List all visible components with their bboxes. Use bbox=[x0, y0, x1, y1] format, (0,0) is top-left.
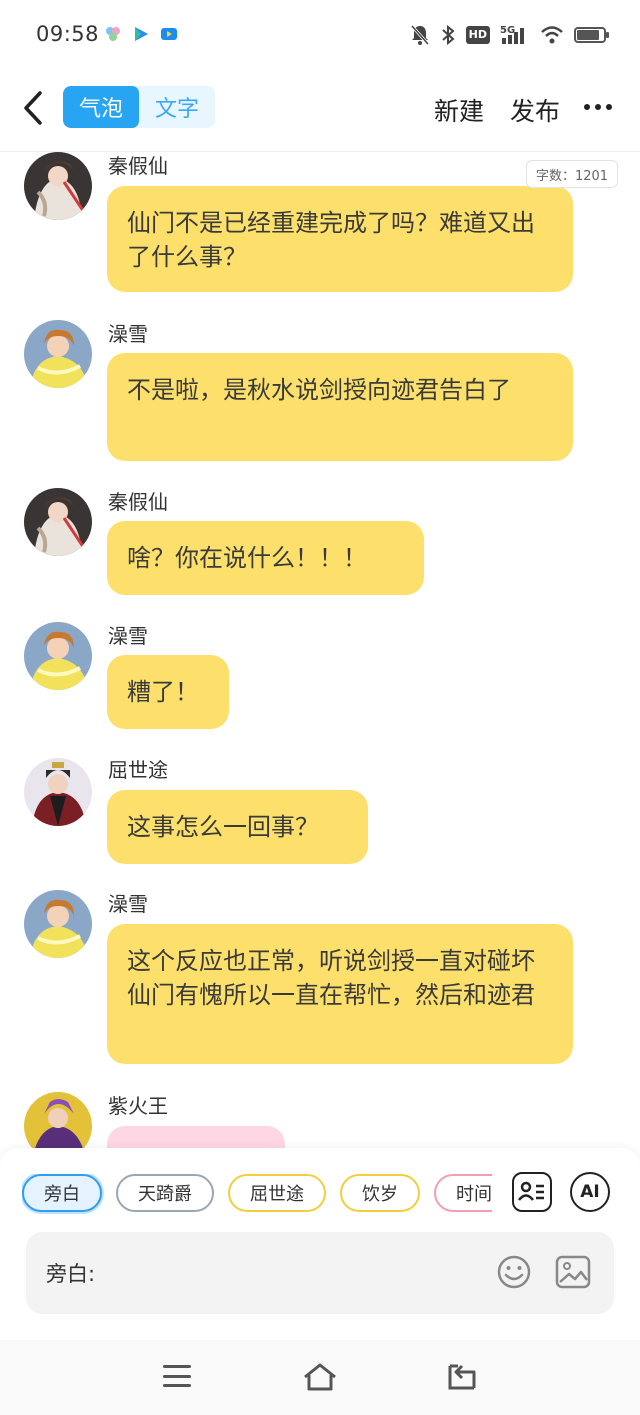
more-menu-button[interactable] bbox=[584, 100, 614, 114]
role-selector: 旁白天踦爵屈世途饮岁时间城 bbox=[22, 1174, 492, 1214]
status-time: 09:58 bbox=[36, 22, 100, 46]
role-chip-narrator[interactable]: 旁白 bbox=[22, 1174, 102, 1212]
message-input[interactable]: 旁白: bbox=[26, 1232, 614, 1314]
sender-name: 澡雪 bbox=[108, 322, 148, 346]
composer-panel: 旁白天踦爵屈世途饮岁时间城 AI 旁白: bbox=[0, 1148, 640, 1340]
message-bubble[interactable]: 这事怎么一回事？ bbox=[107, 790, 368, 864]
recent-apps-button[interactable] bbox=[163, 1365, 191, 1387]
role-chip[interactable]: 饮岁 bbox=[340, 1174, 420, 1212]
status-bar: 09:58 HD 5G bbox=[0, 0, 640, 70]
avatar-zihuo-wang[interactable] bbox=[24, 1092, 92, 1148]
role-chip[interactable]: 天踦爵 bbox=[116, 1174, 214, 1212]
bluetooth-icon bbox=[441, 24, 455, 46]
message-bubble[interactable]: 仙门不是已经重建完成了吗？难道又出了什么事？ bbox=[107, 186, 573, 292]
avatar-qin-jiaxian[interactable] bbox=[24, 152, 92, 220]
tab-bubble[interactable]: 气泡 bbox=[63, 86, 139, 128]
wifi-icon bbox=[541, 26, 563, 44]
role-chip[interactable]: 屈世途 bbox=[228, 1174, 326, 1212]
top-nav: 气泡 文字 新建 发布 bbox=[0, 70, 640, 152]
return-icon bbox=[448, 1364, 476, 1390]
status-app-icons bbox=[104, 25, 178, 43]
sender-name: 屈世途 bbox=[108, 758, 168, 782]
publish-button[interactable]: 发布 bbox=[510, 92, 560, 128]
sender-name: 秦假仙 bbox=[108, 154, 168, 178]
chat-area[interactable]: 字数：1201 秦假仙 仙门不是已经重建完成了吗？难道又出了什么事？ 澡雪 不是… bbox=[0, 152, 640, 1148]
video-app-icon bbox=[132, 25, 150, 43]
svg-text:5G: 5G bbox=[500, 25, 515, 36]
tv-app-icon bbox=[160, 25, 178, 43]
avatar-qin-jiaxian[interactable] bbox=[24, 488, 92, 556]
word-count-badge: 字数：1201 bbox=[526, 160, 618, 188]
emoji-icon[interactable] bbox=[496, 1254, 532, 1290]
input-role-label: 旁白: bbox=[46, 1262, 96, 1286]
avatar-zaoxue[interactable] bbox=[24, 890, 92, 958]
message-bubble[interactable]: 不是啦，是秋水说剑授向迹君告白了 bbox=[107, 353, 573, 461]
back-arrow-icon bbox=[24, 91, 42, 125]
mute-bell-icon bbox=[410, 25, 429, 45]
sender-name: 澡雪 bbox=[108, 892, 148, 916]
sender-name: 紫火王 bbox=[108, 1094, 168, 1118]
status-icons: HD 5G bbox=[410, 22, 609, 48]
avatar-zaoxue[interactable] bbox=[24, 622, 92, 690]
image-icon[interactable] bbox=[554, 1254, 592, 1290]
sender-name: 秦假仙 bbox=[108, 490, 168, 514]
sender-name: 澡雪 bbox=[108, 624, 148, 648]
new-button[interactable]: 新建 bbox=[434, 92, 484, 128]
role-chip[interactable]: 时间城 bbox=[434, 1174, 492, 1212]
system-back-button[interactable] bbox=[446, 1362, 478, 1392]
message-bubble[interactable]: 这个反应也正常，听说剑授一直对碰坏仙门有愧所以一直在帮忙，然后和迹君 bbox=[107, 924, 573, 1064]
tab-text[interactable]: 文字 bbox=[139, 86, 215, 128]
mode-switch: 气泡 文字 bbox=[63, 86, 215, 128]
home-button[interactable] bbox=[302, 1362, 338, 1392]
character-card-button[interactable] bbox=[512, 1172, 552, 1212]
app-notification-icon bbox=[104, 25, 122, 43]
ai-button[interactable]: AI bbox=[570, 1172, 610, 1212]
contact-card-icon bbox=[518, 1181, 544, 1201]
avatar-qu-shitu[interactable] bbox=[24, 758, 92, 826]
avatar-zaoxue[interactable] bbox=[24, 320, 92, 388]
home-icon bbox=[304, 1363, 336, 1391]
message-bubble[interactable]: 糟了！ bbox=[107, 655, 229, 729]
hd-badge: HD bbox=[465, 26, 490, 44]
message-bubble[interactable] bbox=[107, 1126, 285, 1148]
system-nav-bar bbox=[0, 1340, 640, 1415]
back-button[interactable] bbox=[18, 88, 48, 128]
message-bubble[interactable]: 啥？你在说什么！！！ bbox=[107, 521, 424, 595]
battery-icon bbox=[574, 27, 609, 43]
signal-5g-icon: 5G bbox=[500, 25, 524, 44]
